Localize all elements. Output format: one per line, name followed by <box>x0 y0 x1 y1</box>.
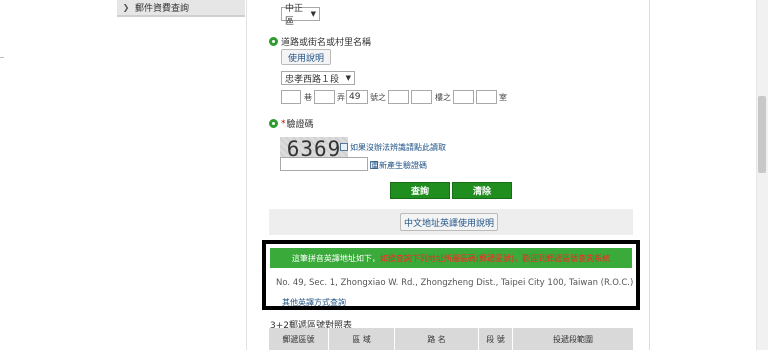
district-select[interactable]: 中正區 ▼ <box>281 4 320 27</box>
vertical-scrollbar[interactable] <box>756 0 768 350</box>
radio-selected-icon[interactable] <box>269 37 278 46</box>
required-star-icon: * <box>281 118 286 129</box>
translated-address: No. 49, Sec. 1, Zhongxiao W. Rd., Zhongz… <box>276 278 634 288</box>
dropdown-arrow-icon: ▼ <box>345 74 351 82</box>
result-box: 這筆拼音英譯地址如下， 如欲查詢下列地址所屬區碼(郵遞區號)，歡迎到郵遞區號查詢… <box>262 240 640 310</box>
search-button[interactable]: 查詢 <box>390 182 450 199</box>
district-select-value: 中正區 <box>285 4 304 27</box>
lane-unit-label: 巷 <box>304 93 312 102</box>
chevron-right-icon: ❯ <box>122 3 130 12</box>
number-sub-input[interactable] <box>388 90 409 104</box>
alley-unit-label: 弄 <box>337 93 345 102</box>
table-header-cell: 段 號 <box>479 328 513 350</box>
road-section-title: 道路或街名或村里名稱 <box>269 35 371 48</box>
result-banner-prefix: 這筆拼音英譯地址如下， <box>291 253 380 263</box>
lane-input[interactable] <box>281 90 301 104</box>
captcha-refresh-link[interactable]: 重新產生驗證碼 <box>371 160 427 171</box>
number-input[interactable]: 49 <box>346 90 368 104</box>
clear-button[interactable]: 清除 <box>452 182 512 199</box>
audio-icon[interactable] <box>340 143 348 151</box>
number-of-unit-label: 號之 <box>370 93 386 102</box>
radio-selected-icon[interactable] <box>269 119 278 128</box>
captcha-input[interactable] <box>280 157 368 171</box>
room-unit-label: 室 <box>499 93 507 102</box>
sidebar-item-label: 郵件資費查詢 <box>135 4 190 14</box>
result-banner-warning[interactable]: 如欲查詢下列地址所屬區碼(郵遞區號)，歡迎到郵遞區號查詢系統 <box>380 253 610 264</box>
captcha-section-title: * 驗證碼 <box>269 117 314 130</box>
page: ❯ 郵件資費查詢 中正區 ▼ 道路或街名或村里名稱 使用說明 忠孝西路１段 ▼ … <box>0 0 768 350</box>
captcha-section-title-text: 驗證碼 <box>286 120 314 130</box>
table-header-cell: 區 域 <box>329 328 395 350</box>
floor-sub-input[interactable] <box>453 90 474 104</box>
table-header-cell: 路 名 <box>395 328 479 350</box>
left-divider-tick <box>0 57 4 58</box>
result-banner: 這筆拼音英譯地址如下， 如欲查詢下列地址所屬區碼(郵遞區號)，歡迎到郵遞區號查詢… <box>270 248 632 268</box>
sidebar-divider <box>246 0 247 350</box>
address-translation-guide-button[interactable]: 中文地址英譯使用說明 <box>400 213 498 231</box>
floor-input[interactable] <box>411 90 432 104</box>
other-translation-link[interactable]: 其他英譯方式查詢 <box>282 297 346 308</box>
road-select[interactable]: 忠孝西路１段 ▼ <box>281 71 355 85</box>
alley-input[interactable] <box>314 90 335 104</box>
zip-table-header: 郵遞區號 區 域 路 名 段 號 投遞段範圍 <box>269 328 633 350</box>
content-divider <box>649 0 650 350</box>
scrollbar-thumb[interactable] <box>758 96 766 173</box>
room-input[interactable] <box>476 90 497 104</box>
road-section-title-text: 道路或街名或村里名稱 <box>281 38 372 48</box>
dropdown-arrow-icon: ▼ <box>310 10 316 18</box>
table-header-cell: 投遞段範圍 <box>553 334 593 344</box>
road-select-value: 忠孝西路１段 <box>285 74 340 85</box>
sidebar-item-postage-inquiry[interactable]: ❯ 郵件資費查詢 <box>117 0 245 17</box>
captcha-unclear-link[interactable]: 如果沒辦法辨識請點此讀取 <box>350 142 446 153</box>
usage-help-button[interactable]: 使用說明 <box>281 49 331 65</box>
table-header-cell: 郵遞區號 <box>269 328 329 350</box>
floor-of-unit-label: 樓之 <box>435 93 451 102</box>
